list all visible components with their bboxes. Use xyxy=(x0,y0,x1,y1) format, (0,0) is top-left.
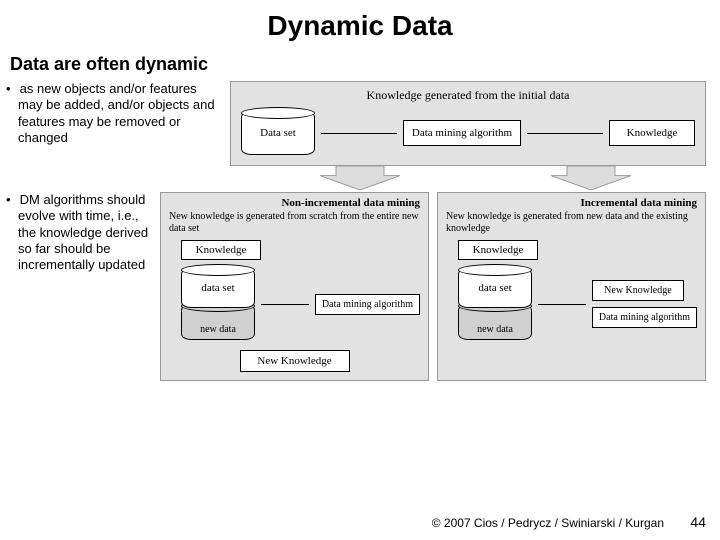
arrow-down-icon xyxy=(546,166,636,190)
dataset-cyl: data set xyxy=(181,268,255,308)
slide-subtitle: Data are often dynamic xyxy=(0,42,720,81)
panels-compare: Non-incremental data mining New knowledg… xyxy=(160,192,706,381)
row-top: • as new objects and/or features may be … xyxy=(0,81,720,166)
bullet-2-text: DM algorithms should evolve with time, i… xyxy=(18,192,148,272)
arrow-down-icon xyxy=(315,166,405,190)
slide-title: Dynamic Data xyxy=(0,0,720,42)
top-flow: Data set Data mining algorithm Knowledge xyxy=(241,111,695,155)
dataset-stack-right: data set new data xyxy=(458,268,532,340)
newdata-cyl: new data xyxy=(181,304,255,340)
bullet-dot-icon: • xyxy=(6,192,16,208)
bullet-dot-icon: • xyxy=(6,81,16,97)
panel-right-sub: New knowledge is generated from new data… xyxy=(446,211,697,234)
dataset-label: data set xyxy=(478,282,511,294)
new-knowledge-box-left: New Knowledge xyxy=(240,350,350,372)
algorithm-box-left: Data mining algorithm xyxy=(315,294,420,315)
connector-line xyxy=(321,133,397,134)
panel-left-sub: New knowledge is generated from scratch … xyxy=(169,211,420,234)
connector-line xyxy=(538,304,586,305)
branch-arrows xyxy=(244,166,706,190)
panel-initial-knowledge: Knowledge generated from the initial dat… xyxy=(230,81,706,166)
dataset-label: data set xyxy=(201,282,234,294)
panel-incremental: Incremental data mining New knowledge is… xyxy=(437,192,706,381)
bullet-2: • DM algorithms should evolve with time,… xyxy=(0,192,160,381)
newdata-cyl: new data xyxy=(458,304,532,340)
new-knowledge-box-right: New Knowledge xyxy=(592,280,684,301)
dataset-cyl: data set xyxy=(458,268,532,308)
page-number: 44 xyxy=(690,514,706,530)
algorithm-box: Data mining algorithm xyxy=(403,120,521,146)
bullet-1-text: as new objects and/or features may be ad… xyxy=(18,81,215,145)
connector-line xyxy=(527,133,603,134)
panel-top-heading: Knowledge generated from the initial dat… xyxy=(241,88,695,103)
bullet-1: • as new objects and/or features may be … xyxy=(0,81,230,166)
panel-right-head: Incremental data mining xyxy=(446,197,697,209)
knowledge-box: Knowledge xyxy=(609,120,695,146)
panel-non-incremental: Non-incremental data mining New knowledg… xyxy=(160,192,429,381)
dataset-stack-left: data set new data xyxy=(181,268,255,340)
panel-left-head: Non-incremental data mining xyxy=(169,197,420,209)
connector-line xyxy=(261,304,309,305)
dataset-cylinder: Data set xyxy=(241,111,315,155)
algorithm-box-right: Data mining algorithm xyxy=(592,307,697,328)
knowledge-box-left: Knowledge xyxy=(181,240,261,260)
newdata-label: new data xyxy=(477,324,513,335)
row-bottom: • DM algorithms should evolve with time,… xyxy=(0,192,720,381)
knowledge-box-right: Knowledge xyxy=(458,240,538,260)
dataset-label: Data set xyxy=(260,127,296,139)
copyright-footer: © 2007 Cios / Pedrycz / Swiniarski / Kur… xyxy=(432,516,664,530)
newdata-label: new data xyxy=(200,324,236,335)
